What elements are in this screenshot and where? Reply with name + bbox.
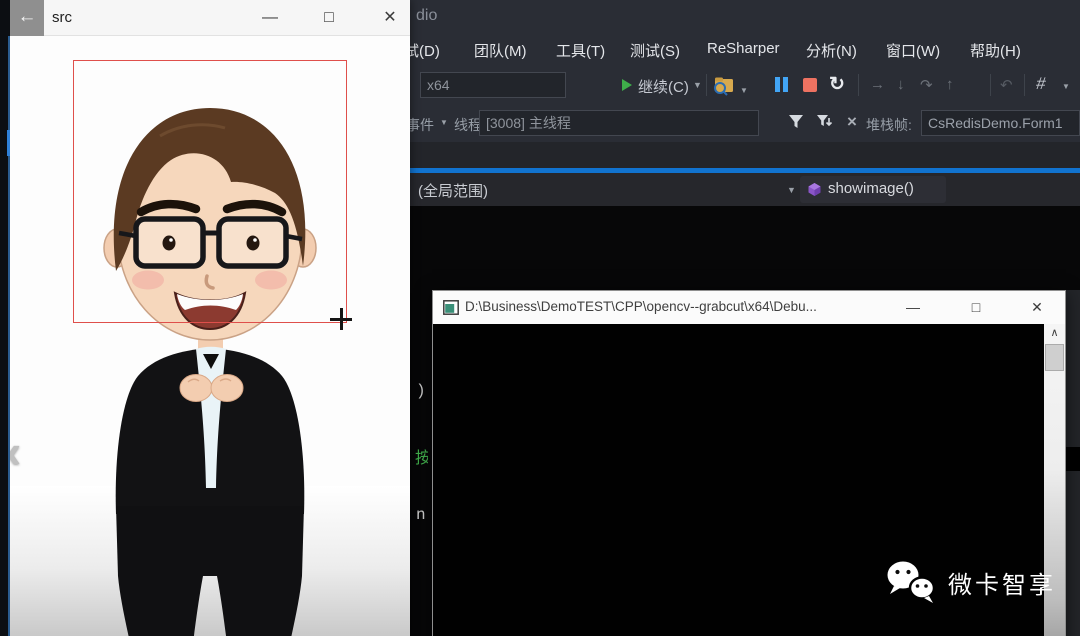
code-fragment: n xyxy=(416,506,426,524)
src-titlebar[interactable]: ← src — □ ✕ xyxy=(10,0,410,36)
restart-button[interactable]: ↻ xyxy=(829,73,845,96)
step-out-icon[interactable]: ↑ xyxy=(946,76,954,93)
menu-tools[interactable]: 工具(T) xyxy=(556,40,605,61)
event-label[interactable]: 事件 xyxy=(406,115,434,135)
filter-funnel-icon[interactable] xyxy=(788,114,804,130)
console-titlebar[interactable]: D:\Business\DemoTEST\CPP\opencv--grabcut… xyxy=(433,291,1065,324)
menu-help[interactable]: 帮助(H) xyxy=(970,40,1021,61)
console-minimize-button[interactable]: — xyxy=(903,297,923,317)
scope-dropdown[interactable]: (全局范围) xyxy=(418,180,488,201)
toolbar-separator xyxy=(858,74,859,96)
menu-analyze[interactable]: 分析(N) xyxy=(806,40,857,61)
screen: dio 调试(D) 团队(M) 工具(T) 测试(S) ReSharper 分析… xyxy=(0,0,1080,636)
crosshair-cursor xyxy=(330,308,352,330)
src-image-window: ← src — □ ✕ xyxy=(10,0,410,636)
method-icon xyxy=(808,183,821,196)
thread-combo[interactable]: [3008] 主线程 xyxy=(479,110,759,136)
stack-frame-combo[interactable]: CsRedisDemo.Form1 xyxy=(921,110,1080,136)
console-close-button[interactable]: ✕ xyxy=(1027,297,1047,317)
continue-play-icon[interactable] xyxy=(622,79,632,91)
toolbar-separator xyxy=(1024,74,1025,96)
filter-flag-icon[interactable] xyxy=(816,114,834,130)
step-over-icon[interactable]: ↷ xyxy=(920,76,933,94)
src-image-canvas[interactable]: ‹ xyxy=(10,36,410,636)
clear-filter-icon[interactable]: × xyxy=(847,112,857,132)
vs-background-notch xyxy=(1066,447,1080,471)
folder-dropdown-icon[interactable]: ▼ xyxy=(740,86,748,95)
scroll-up-icon[interactable]: ∧ xyxy=(1044,324,1065,344)
src-window-title: src xyxy=(52,9,72,26)
window-edge-line xyxy=(8,36,10,636)
continue-button[interactable]: 继续(C) xyxy=(638,76,689,97)
undo-icon[interactable]: ↶ xyxy=(1000,76,1013,94)
src-minimize-button[interactable]: — xyxy=(260,8,280,28)
scrollbar-thumb[interactable] xyxy=(1045,344,1064,371)
toolbar-separator xyxy=(706,74,707,96)
watermark: 微卡智享 xyxy=(884,558,1056,606)
code-fragment: ) xyxy=(416,382,426,400)
stop-debug-button[interactable] xyxy=(803,78,817,92)
back-button[interactable]: ← xyxy=(10,0,44,36)
member-name: showimage() xyxy=(828,180,914,197)
grabcut-selection-rect xyxy=(73,60,347,323)
menu-resharper[interactable]: ReSharper xyxy=(707,40,780,57)
folder-search-icon[interactable] xyxy=(712,75,738,97)
vs-window-title: dio xyxy=(416,7,438,24)
watermark-text: 微卡智享 xyxy=(948,571,1056,599)
scope-dropdown-icon[interactable]: ▼ xyxy=(787,185,796,195)
step-into-icon[interactable]: ↓ xyxy=(897,76,905,93)
continue-dropdown-icon[interactable]: ▼ xyxy=(693,80,702,90)
menu-window[interactable]: 窗口(W) xyxy=(886,40,940,61)
wechat-icon xyxy=(887,561,936,603)
menu-team[interactable]: 团队(M) xyxy=(474,40,527,61)
stack-frame-value: CsRedisDemo.Form1 xyxy=(928,115,1063,131)
toolbar-separator xyxy=(990,74,991,96)
menu-test[interactable]: 测试(S) xyxy=(630,40,680,61)
show-next-statement-icon[interactable]: → xyxy=(870,76,885,93)
video-prev-chevron-icon[interactable]: ‹ xyxy=(10,428,21,474)
console-app-icon xyxy=(443,300,459,315)
stack-frame-label: 堆栈帧: xyxy=(866,117,912,133)
window-edge-highlight xyxy=(7,130,10,156)
code-fragment-comment: 按 xyxy=(415,450,428,468)
src-maximize-button[interactable]: □ xyxy=(319,8,339,28)
event-dropdown-icon[interactable]: ▼ xyxy=(440,118,448,127)
console-maximize-button[interactable]: □ xyxy=(966,297,986,317)
resharper-grid-icon[interactable]: # xyxy=(1035,74,1047,94)
src-close-button[interactable]: ✕ xyxy=(380,8,400,28)
thread-value: [3008] 主线程 xyxy=(486,115,571,131)
pause-button[interactable] xyxy=(775,77,788,97)
platform-combo[interactable]: x64 xyxy=(420,72,566,98)
platform-value: x64 xyxy=(427,77,450,93)
console-title: D:\Business\DemoTEST\CPP\opencv--grabcut… xyxy=(465,299,817,314)
toolbar-overflow-icon[interactable]: ▼ xyxy=(1062,82,1070,91)
